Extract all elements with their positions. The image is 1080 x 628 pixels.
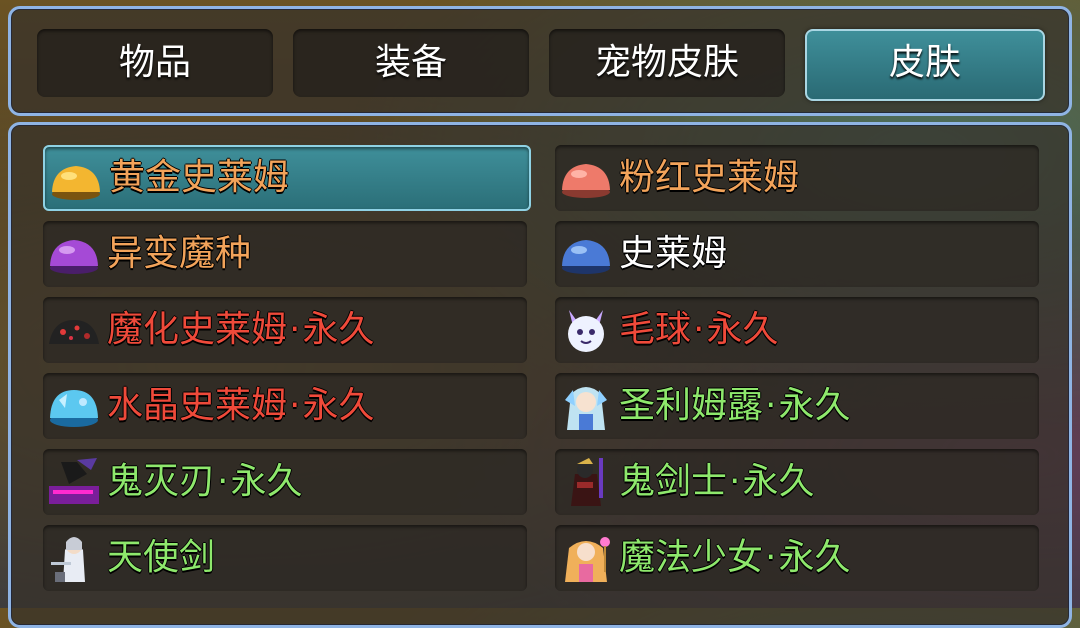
skin-name: 史莱姆 bbox=[619, 233, 728, 274]
tab-items[interactable]: 物品 bbox=[37, 29, 273, 97]
skin-name: 圣利姆露 bbox=[619, 385, 764, 426]
skin-list-item[interactable]: 黄金史莱姆 bbox=[43, 145, 531, 211]
separator-dot: · bbox=[765, 385, 777, 426]
skin-list-item[interactable]: 鬼灭刃·永久 bbox=[43, 449, 527, 515]
skin-list-item[interactable]: 魔法少女·永久 bbox=[555, 525, 1039, 591]
skin-name-label: 天使剑 bbox=[107, 525, 215, 591]
permanent-suffix: 永久 bbox=[302, 385, 375, 426]
separator-dot: · bbox=[289, 309, 301, 350]
skin-name: 鬼剑士 bbox=[619, 461, 728, 502]
skin-name: 水晶史莱姆 bbox=[107, 385, 288, 426]
tab-pet-skins[interactable]: 宠物皮肤 bbox=[549, 29, 785, 97]
skin-name-label: 鬼剑士·永久 bbox=[619, 449, 814, 515]
skin-name: 黄金史莱姆 bbox=[109, 157, 290, 198]
saint-character-icon bbox=[559, 380, 613, 432]
angel-sword-icon bbox=[47, 532, 101, 584]
separator-dot: · bbox=[289, 385, 301, 426]
category-tab-bar: 物品 装备 宠物皮肤 皮肤 bbox=[8, 6, 1072, 116]
skin-list-item[interactable]: 史莱姆 bbox=[555, 221, 1039, 287]
skin-name: 鬼灭刃 bbox=[107, 461, 216, 502]
skin-name-label: 圣利姆露·永久 bbox=[619, 373, 850, 439]
furball-icon bbox=[559, 304, 613, 356]
ghost-swordsman-icon bbox=[559, 456, 613, 508]
dark-slime-icon bbox=[47, 304, 101, 356]
skin-list-item[interactable]: 圣利姆露·永久 bbox=[555, 373, 1039, 439]
skin-name: 魔法少女 bbox=[619, 537, 764, 578]
skin-list-item[interactable]: 毛球·永久 bbox=[555, 297, 1039, 363]
permanent-suffix: 永久 bbox=[778, 537, 851, 578]
skin-list-item[interactable]: 粉红史莱姆 bbox=[555, 145, 1039, 211]
permanent-suffix: 永久 bbox=[230, 461, 303, 502]
skin-name-label: 鬼灭刃·永久 bbox=[107, 449, 302, 515]
skin-name-label: 史莱姆 bbox=[619, 221, 727, 287]
purple-slime-icon bbox=[47, 228, 101, 280]
permanent-suffix: 永久 bbox=[706, 309, 779, 350]
skin-list-item[interactable]: 鬼剑士·永久 bbox=[555, 449, 1039, 515]
skin-name-label: 魔化史莱姆·永久 bbox=[107, 297, 374, 363]
pink-slime-icon bbox=[559, 152, 613, 204]
gold-slime-icon bbox=[49, 154, 103, 206]
skin-name-label: 粉红史莱姆 bbox=[619, 145, 799, 211]
skin-name: 魔化史莱姆 bbox=[107, 309, 288, 350]
skin-list-item[interactable]: 水晶史莱姆·永久 bbox=[43, 373, 527, 439]
separator-dot: · bbox=[729, 461, 741, 502]
skin-name-label: 水晶史莱姆·永久 bbox=[107, 373, 374, 439]
skin-name: 毛球 bbox=[619, 309, 692, 350]
skin-name: 粉红史莱姆 bbox=[619, 157, 800, 198]
skin-list-panel: 黄金史莱姆 粉红史莱姆 异变魔种 史莱姆 魔化史莱姆·永久 毛球·永久 水晶史莱姆·永久 圣利… bbox=[8, 122, 1072, 628]
skin-name-label: 魔法少女·永久 bbox=[619, 525, 850, 591]
skin-list-item[interactable]: 天使剑 bbox=[43, 525, 527, 591]
crystal-slime-icon bbox=[47, 380, 101, 432]
tab-equipment[interactable]: 装备 bbox=[293, 29, 529, 97]
skin-name-label: 黄金史莱姆 bbox=[109, 147, 289, 209]
skin-name: 天使剑 bbox=[107, 537, 216, 578]
magical-girl-icon bbox=[559, 532, 613, 584]
skin-list-item[interactable]: 异变魔种 bbox=[43, 221, 527, 287]
separator-dot: · bbox=[765, 537, 777, 578]
separator-dot: · bbox=[693, 309, 705, 350]
permanent-suffix: 永久 bbox=[302, 309, 375, 350]
permanent-suffix: 永久 bbox=[778, 385, 851, 426]
skin-name-label: 异变魔种 bbox=[107, 221, 251, 287]
tab-skins[interactable]: 皮肤 bbox=[805, 29, 1045, 101]
demon-blade-icon bbox=[47, 456, 101, 508]
skin-name: 异变魔种 bbox=[107, 233, 252, 274]
permanent-suffix: 永久 bbox=[742, 461, 815, 502]
skin-name-label: 毛球·永久 bbox=[619, 297, 778, 363]
blue-slime-icon bbox=[559, 228, 613, 280]
skin-list-item[interactable]: 魔化史莱姆·永久 bbox=[43, 297, 527, 363]
separator-dot: · bbox=[217, 461, 229, 502]
